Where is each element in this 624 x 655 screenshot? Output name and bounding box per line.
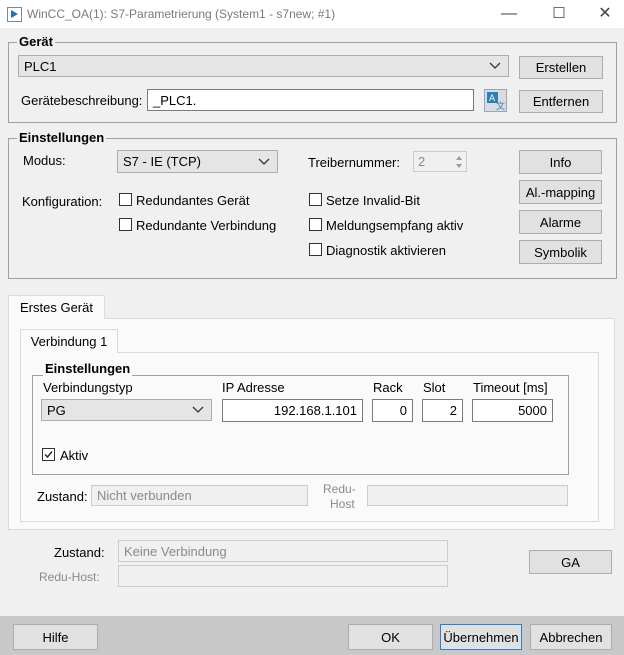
- invalid-bit-checkbox[interactable]: [309, 193, 322, 206]
- connection-zustand-value: Nicht verbunden: [97, 488, 192, 503]
- info-button[interactable]: Info: [519, 150, 602, 174]
- alarm-mapping-button[interactable]: Al.-mapping: [519, 180, 602, 204]
- rack-input[interactable]: 0: [372, 399, 413, 422]
- chevron-down-icon: [489, 62, 501, 69]
- spin-arrows-icon: [456, 156, 462, 168]
- description-input[interactable]: _PLC1.: [147, 89, 474, 111]
- treiber-value: 2: [418, 154, 426, 169]
- treiber-spinbox[interactable]: 2: [413, 151, 467, 172]
- invalid-bit-label: Setze Invalid-Bit: [326, 193, 420, 208]
- slot-value: 2: [449, 403, 457, 418]
- description-label: Gerätebeschreibung:: [21, 93, 143, 108]
- redundant-connection-label: Redundante Verbindung: [136, 218, 277, 233]
- connection-type-value: PG: [47, 402, 66, 418]
- tab-verbindung-1-label: Verbindung 1: [30, 334, 108, 349]
- slot-header: Slot: [423, 380, 446, 395]
- ga-button[interactable]: GA: [529, 550, 612, 574]
- window-title: WinCC_OA(1): S7-Parametrierung (System1 …: [27, 7, 336, 21]
- alarm-receive-checkbox[interactable]: [309, 218, 322, 231]
- minimize-button[interactable]: —: [486, 0, 532, 28]
- remove-button[interactable]: Entfernen: [519, 90, 603, 113]
- symbolik-button[interactable]: Symbolik: [519, 240, 602, 264]
- redundant-device-checkbox[interactable]: [119, 193, 132, 206]
- svg-text:文: 文: [496, 100, 505, 111]
- tab-verbindung-1[interactable]: Verbindung 1: [20, 329, 118, 353]
- aktiv-checkbox[interactable]: [42, 448, 55, 461]
- tab-erstes-geraet[interactable]: Erstes Gerät: [8, 295, 105, 319]
- device-zustand-field: Keine Verbindung: [118, 540, 448, 562]
- typ-header: Verbindungstyp: [43, 380, 133, 395]
- checkmark-icon: [44, 451, 53, 459]
- title-bar: WinCC_OA(1): S7-Parametrierung (System1 …: [0, 0, 624, 28]
- modus-select[interactable]: S7 - IE (TCP): [117, 150, 278, 173]
- aktiv-label: Aktiv: [60, 448, 89, 463]
- apply-button[interactable]: Übernehmen: [440, 624, 522, 650]
- rack-header: Rack: [373, 380, 403, 395]
- chevron-down-icon: [258, 158, 270, 165]
- connection-zustand-field: Nicht verbunden: [91, 485, 308, 506]
- cancel-button[interactable]: Abbrechen: [530, 624, 612, 650]
- device-redu-host-label: Redu-Host:: [39, 570, 100, 584]
- maximize-button[interactable]: ☐: [536, 0, 582, 28]
- ip-header: IP Adresse: [222, 380, 285, 395]
- konfig-label: Konfiguration:: [22, 194, 103, 209]
- timeout-input[interactable]: 5000: [472, 399, 553, 422]
- connection-type-select[interactable]: PG: [41, 399, 212, 421]
- connection-settings-title: Einstellungen: [43, 361, 133, 376]
- diagnostics-label: Diagnostik aktivieren: [326, 243, 446, 258]
- chevron-down-icon: [192, 406, 204, 413]
- redundant-device-label: Redundantes Gerät: [136, 193, 250, 208]
- device-zustand-label: Zustand:: [54, 545, 105, 560]
- alarm-receive-label: Meldungsempfang aktiv: [326, 218, 464, 233]
- connection-redu-host-field: [367, 485, 568, 506]
- slot-input[interactable]: 2: [422, 399, 463, 422]
- close-button[interactable]: ✕: [582, 0, 624, 28]
- translate-icon[interactable]: A 文: [484, 89, 507, 112]
- create-button[interactable]: Erstellen: [519, 56, 603, 79]
- einstellungen-group-title: Einstellungen: [17, 130, 107, 145]
- app-icon: [7, 7, 22, 22]
- ip-address-value: 192.168.1.101: [273, 403, 357, 418]
- device-redu-host-field: [118, 565, 448, 587]
- connection-zustand-label: Zustand:: [37, 489, 88, 504]
- connection-redu-host-label-1: Redu-: [323, 482, 356, 496]
- rack-value: 0: [399, 403, 407, 418]
- device-zustand-value: Keine Verbindung: [124, 543, 227, 559]
- alarme-button[interactable]: Alarme: [519, 210, 602, 234]
- tab-erstes-geraet-label: Erstes Gerät: [20, 300, 93, 315]
- svg-text:A: A: [489, 94, 496, 104]
- treiber-label: Treibernummer:: [308, 155, 400, 170]
- geraet-group-title: Gerät: [17, 34, 55, 49]
- modus-label: Modus:: [23, 153, 66, 168]
- timeout-header: Timeout [ms]: [473, 380, 548, 395]
- diagnostics-checkbox[interactable]: [309, 243, 322, 256]
- timeout-value: 5000: [518, 403, 547, 418]
- device-select[interactable]: PLC1: [18, 55, 509, 77]
- connection-redu-host-label-2: Host: [330, 497, 355, 511]
- redundant-connection-checkbox[interactable]: [119, 218, 132, 231]
- device-select-value: PLC1: [24, 58, 57, 74]
- ip-address-input[interactable]: 192.168.1.101: [222, 399, 363, 422]
- description-value: _PLC1.: [153, 92, 197, 108]
- help-button[interactable]: Hilfe: [13, 624, 98, 650]
- modus-select-value: S7 - IE (TCP): [123, 154, 202, 169]
- ok-button[interactable]: OK: [348, 624, 433, 650]
